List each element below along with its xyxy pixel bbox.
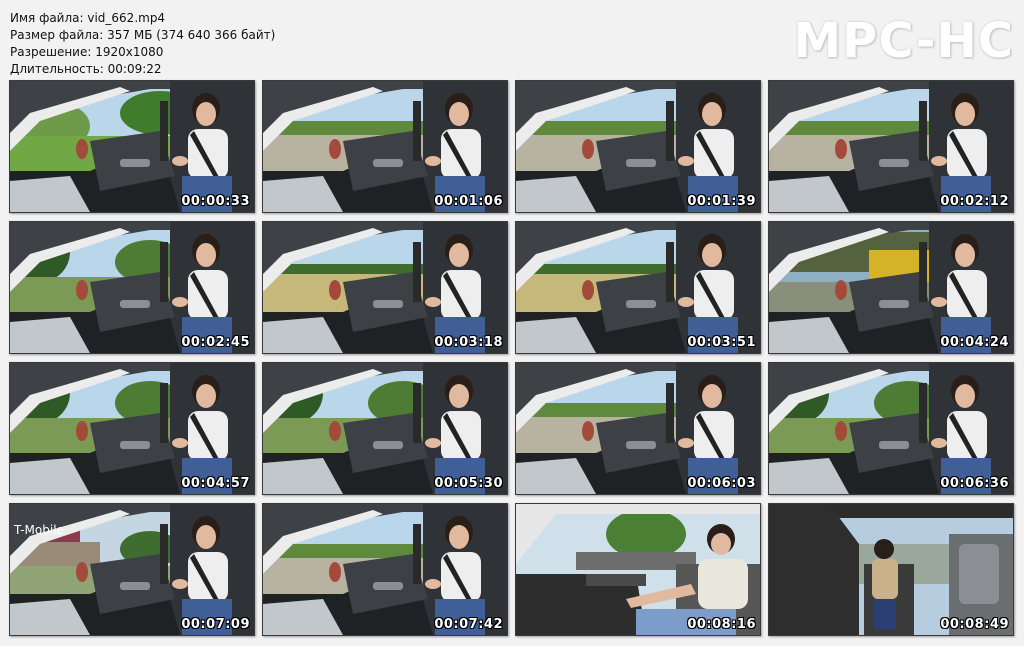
thumbnail-frame: 00:02:12 <box>768 80 1014 213</box>
video-frame-image <box>263 81 507 212</box>
resolution-line: Разрешение: 1920x1080 <box>10 45 164 59</box>
video-frame-image <box>10 222 254 353</box>
thumbnail-frame: 00:00:33 <box>9 80 255 213</box>
frame-timestamp: 00:07:09 <box>181 617 250 632</box>
thumbnail-frame: T-Mobile 00:07:09 <box>9 503 255 636</box>
frame-timestamp: 00:02:45 <box>181 335 250 350</box>
frame-timestamp: 00:04:57 <box>181 476 250 491</box>
thumbnail-frame: 00:03:18 <box>262 221 508 354</box>
thumbnail-frame: 00:04:24 <box>768 221 1014 354</box>
tmobile-sign-text: T-Mobile <box>13 523 64 537</box>
thumbnail-frame: 00:06:36 <box>768 362 1014 495</box>
thumbnail-frame: 00:04:57 <box>9 362 255 495</box>
video-frame-image <box>263 222 507 353</box>
video-frame-image <box>516 222 760 353</box>
thumbnail-frame: 00:02:45 <box>9 221 255 354</box>
thumbnail-frame: 00:01:06 <box>262 80 508 213</box>
mpc-hc-logo: MPC-HC <box>793 13 1014 69</box>
frame-timestamp: 00:04:24 <box>940 335 1009 350</box>
thumbnail-frame: 00:08:16 <box>515 503 761 636</box>
video-frame-image <box>263 363 507 494</box>
frame-timestamp: 00:01:39 <box>687 194 756 209</box>
frame-timestamp: 00:03:18 <box>434 335 503 350</box>
video-frame-image <box>10 363 254 494</box>
video-frame-image <box>516 81 760 212</box>
video-frame-image <box>263 504 507 635</box>
frame-timestamp: 00:05:30 <box>434 476 503 491</box>
file-info-block: Имя файла: vid_662.mp4 Размер файла: 357… <box>10 10 275 78</box>
thumbnail-frame: 00:08:49 <box>768 503 1014 636</box>
frame-timestamp: 00:07:42 <box>434 617 503 632</box>
video-frame-image <box>10 81 254 212</box>
frame-timestamp: 00:02:12 <box>940 194 1009 209</box>
frame-timestamp: 00:08:49 <box>940 617 1009 632</box>
video-frame-image <box>516 363 760 494</box>
thumbnail-frame: 00:06:03 <box>515 362 761 495</box>
frame-timestamp: 00:00:33 <box>181 194 250 209</box>
frame-timestamp: 00:08:16 <box>687 617 756 632</box>
video-frame-image <box>769 81 1013 212</box>
video-frame-image <box>769 504 1013 635</box>
video-frame-image <box>769 222 1013 353</box>
frame-timestamp: 00:03:51 <box>687 335 756 350</box>
frame-timestamp: 00:06:03 <box>687 476 756 491</box>
frame-timestamp: 00:01:06 <box>434 194 503 209</box>
duration-line: Длительность: 00:09:22 <box>10 62 162 76</box>
file-name-line: Имя файла: vid_662.mp4 <box>10 11 166 25</box>
thumbnail-frame: 00:01:39 <box>515 80 761 213</box>
video-frame-image: T-Mobile <box>10 504 254 635</box>
frame-timestamp: 00:06:36 <box>940 476 1009 491</box>
video-frame-image <box>516 504 760 635</box>
thumbnail-frame: 00:07:42 <box>262 503 508 636</box>
video-frame-image <box>769 363 1013 494</box>
file-size-line: Размер файла: 357 МБ (374 640 366 байт) <box>10 28 276 42</box>
thumbnail-frame: 00:03:51 <box>515 221 761 354</box>
thumbnail-frame: 00:05:30 <box>262 362 508 495</box>
